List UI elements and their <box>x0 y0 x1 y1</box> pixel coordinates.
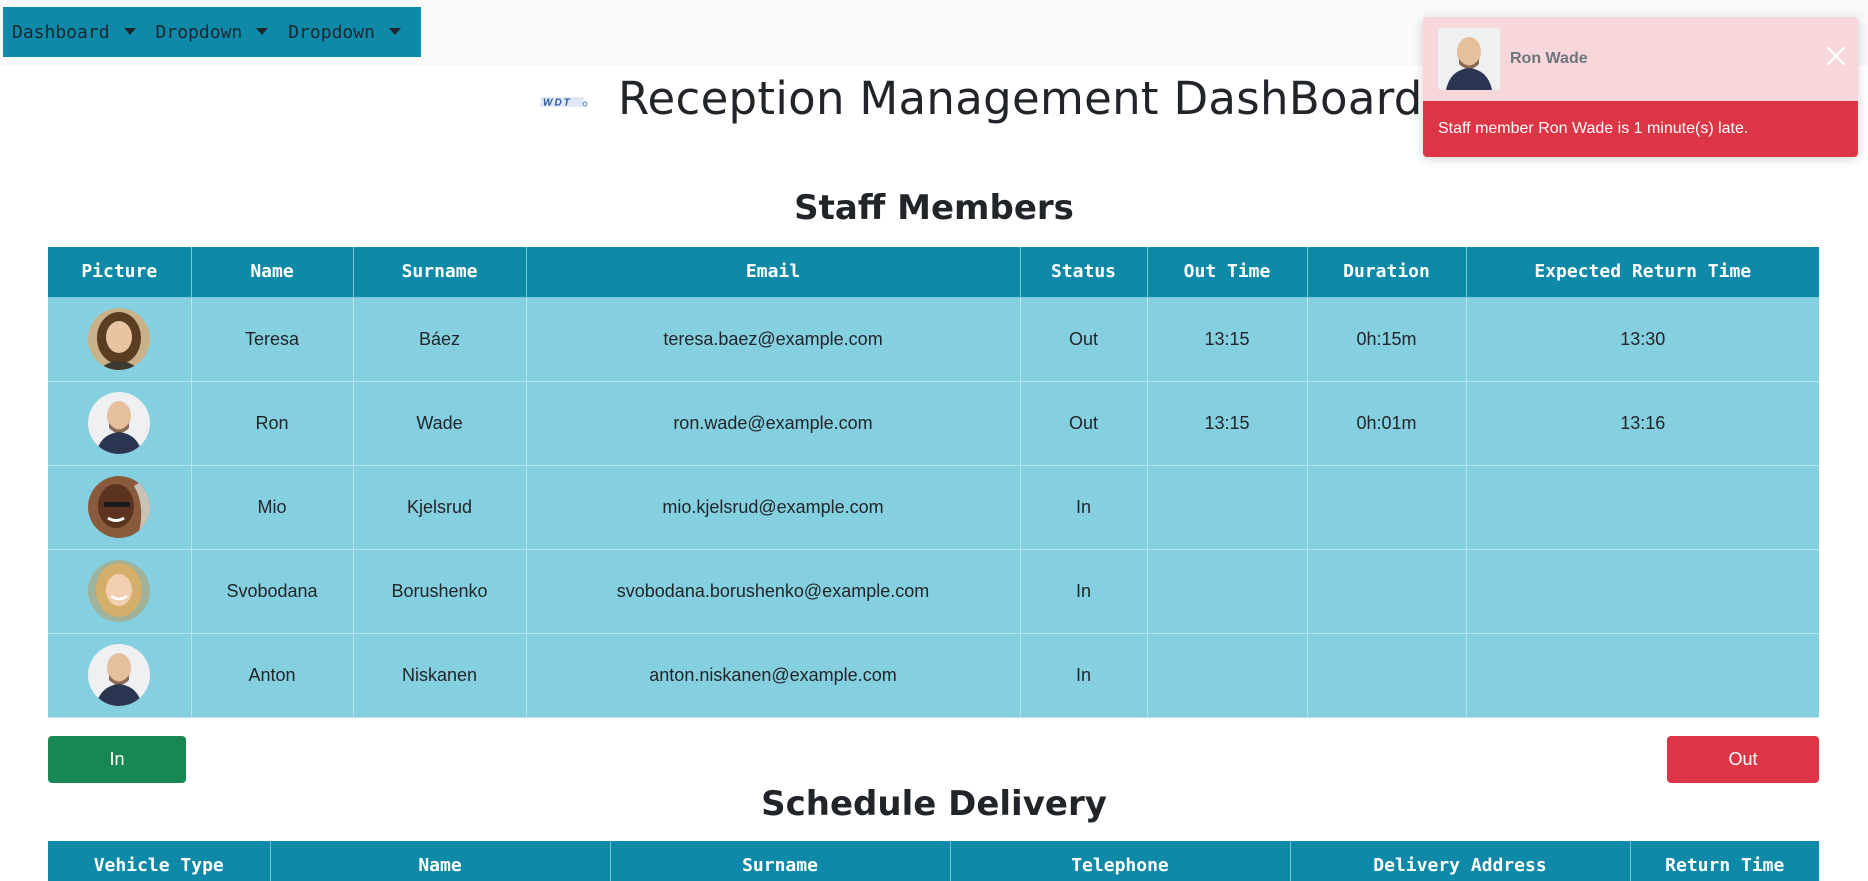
status-cell: In <box>1020 549 1148 634</box>
picture-cell <box>48 297 192 382</box>
email-cell: ron.wade@example.com <box>526 381 1021 466</box>
caret-down-icon <box>123 27 136 35</box>
column-header[interactable]: Name <box>191 247 354 298</box>
delivery-table: Vehicle Type Name Surname Telephone Deli… <box>48 841 1819 881</box>
surname-cell: Wade <box>353 381 527 466</box>
surname-cell: Kjelsrud <box>353 465 527 550</box>
avatar <box>88 476 150 538</box>
column-header[interactable]: Vehicle Type <box>48 841 271 881</box>
out-button[interactable]: Out <box>1667 736 1819 783</box>
page-title: Reception Management DashBoard <box>618 72 1423 125</box>
nav-dashboard-dropdown[interactable]: Dashboard <box>12 22 136 43</box>
return-time-cell <box>1466 549 1819 634</box>
status-cell: Out <box>1020 297 1148 382</box>
duration-cell <box>1307 549 1467 634</box>
table-row[interactable]: Anton Niskanen anton.niskanen@example.co… <box>48 633 1819 718</box>
delivery-section-title: Schedule Delivery <box>761 784 1107 824</box>
column-header[interactable]: Telephone <box>950 841 1291 881</box>
avatar <box>1438 28 1500 90</box>
name-cell: Teresa <box>191 297 354 382</box>
avatar <box>88 392 150 454</box>
name-cell: Ron <box>191 381 354 466</box>
column-header[interactable]: Duration <box>1307 247 1467 298</box>
status-cell: In <box>1020 465 1148 550</box>
staff-table: Picture Name Surname Email Status Out Ti… <box>48 247 1819 718</box>
column-header[interactable]: Expected Return Time <box>1466 247 1819 298</box>
logo-text: WDT <box>543 98 572 109</box>
column-header[interactable]: Out Time <box>1147 247 1308 298</box>
table-row[interactable]: Svobodana Borushenko svobodana.borushenk… <box>48 549 1819 634</box>
surname-cell: Niskanen <box>353 633 527 718</box>
return-time-cell <box>1466 633 1819 718</box>
duration-cell: 0h:01m <box>1307 381 1467 466</box>
toast-staff-name: Ron Wade <box>1510 50 1588 67</box>
return-time-cell: 13:16 <box>1466 381 1819 466</box>
name-cell: Svobodana <box>191 549 354 634</box>
email-cell: anton.niskanen@example.com <box>526 633 1021 718</box>
out-time-cell <box>1147 633 1308 718</box>
staff-section-title: Staff Members <box>794 188 1074 228</box>
picture-cell <box>48 381 192 466</box>
out-time-cell: 13:15 <box>1147 381 1308 466</box>
column-header[interactable]: Surname <box>610 841 951 881</box>
email-cell: teresa.baez@example.com <box>526 297 1021 382</box>
nav-dropdown-1[interactable]: Dropdown <box>156 22 269 43</box>
column-header[interactable]: Email <box>526 247 1021 298</box>
column-header[interactable]: Name <box>270 841 611 881</box>
toast-header: Ron Wade <box>1423 17 1858 101</box>
email-cell: mio.kjelsrud@example.com <box>526 465 1021 550</box>
surname-cell: Báez <box>353 297 527 382</box>
avatar <box>88 308 150 370</box>
picture-cell <box>48 549 192 634</box>
picture-cell <box>48 633 192 718</box>
duration-cell: 0h:15m <box>1307 297 1467 382</box>
return-time-cell <box>1466 465 1819 550</box>
toast-message: Staff member Ron Wade is 1 minute(s) lat… <box>1423 101 1858 157</box>
table-row[interactable]: Teresa Báez teresa.baez@example.com Out … <box>48 297 1819 382</box>
column-header[interactable]: Return Time <box>1630 841 1819 881</box>
table-row[interactable]: Mio Kjelsrud mio.kjelsrud@example.com In <box>48 465 1819 550</box>
name-cell: Mio <box>191 465 354 550</box>
status-cell: In <box>1020 633 1148 718</box>
in-button[interactable]: In <box>48 736 186 783</box>
nav-item-label: Dropdown <box>288 21 375 43</box>
caret-down-icon <box>388 27 401 35</box>
picture-cell <box>48 465 192 550</box>
surname-cell: Borushenko <box>353 549 527 634</box>
email-cell: svobodana.borushenko@example.com <box>526 549 1021 634</box>
delivery-table-header: Vehicle Type Name Surname Telephone Deli… <box>48 841 1819 881</box>
column-header[interactable]: Surname <box>353 247 527 298</box>
column-header[interactable]: Delivery Address <box>1290 841 1631 881</box>
nav-item-label: Dashboard <box>12 21 110 43</box>
duration-cell <box>1307 465 1467 550</box>
navbar: Dashboard Dropdown Dropdown <box>3 7 421 57</box>
status-cell: Out <box>1020 381 1148 466</box>
staff-table-header: Picture Name Surname Email Status Out Ti… <box>48 247 1819 298</box>
duration-cell <box>1307 633 1467 718</box>
nav-dropdown-2[interactable]: Dropdown <box>288 22 401 43</box>
wdt-logo: WDT <box>540 97 588 109</box>
nav-item-label: Dropdown <box>155 21 243 43</box>
name-cell: Anton <box>191 633 354 718</box>
avatar <box>88 560 150 622</box>
column-header[interactable]: Picture <box>48 247 192 298</box>
column-header[interactable]: Status <box>1020 247 1148 298</box>
out-time-cell <box>1147 465 1308 550</box>
out-time-cell: 13:15 <box>1147 297 1308 382</box>
caret-down-icon <box>256 27 269 35</box>
out-time-cell <box>1147 549 1308 634</box>
close-icon[interactable] <box>1823 43 1849 69</box>
avatar <box>88 644 150 706</box>
table-row[interactable]: Ron Wade ron.wade@example.com Out 13:15 … <box>48 381 1819 466</box>
return-time-cell: 13:30 <box>1466 297 1819 382</box>
late-notification-toast: Ron Wade Staff member Ron Wade is 1 minu… <box>1423 17 1858 157</box>
